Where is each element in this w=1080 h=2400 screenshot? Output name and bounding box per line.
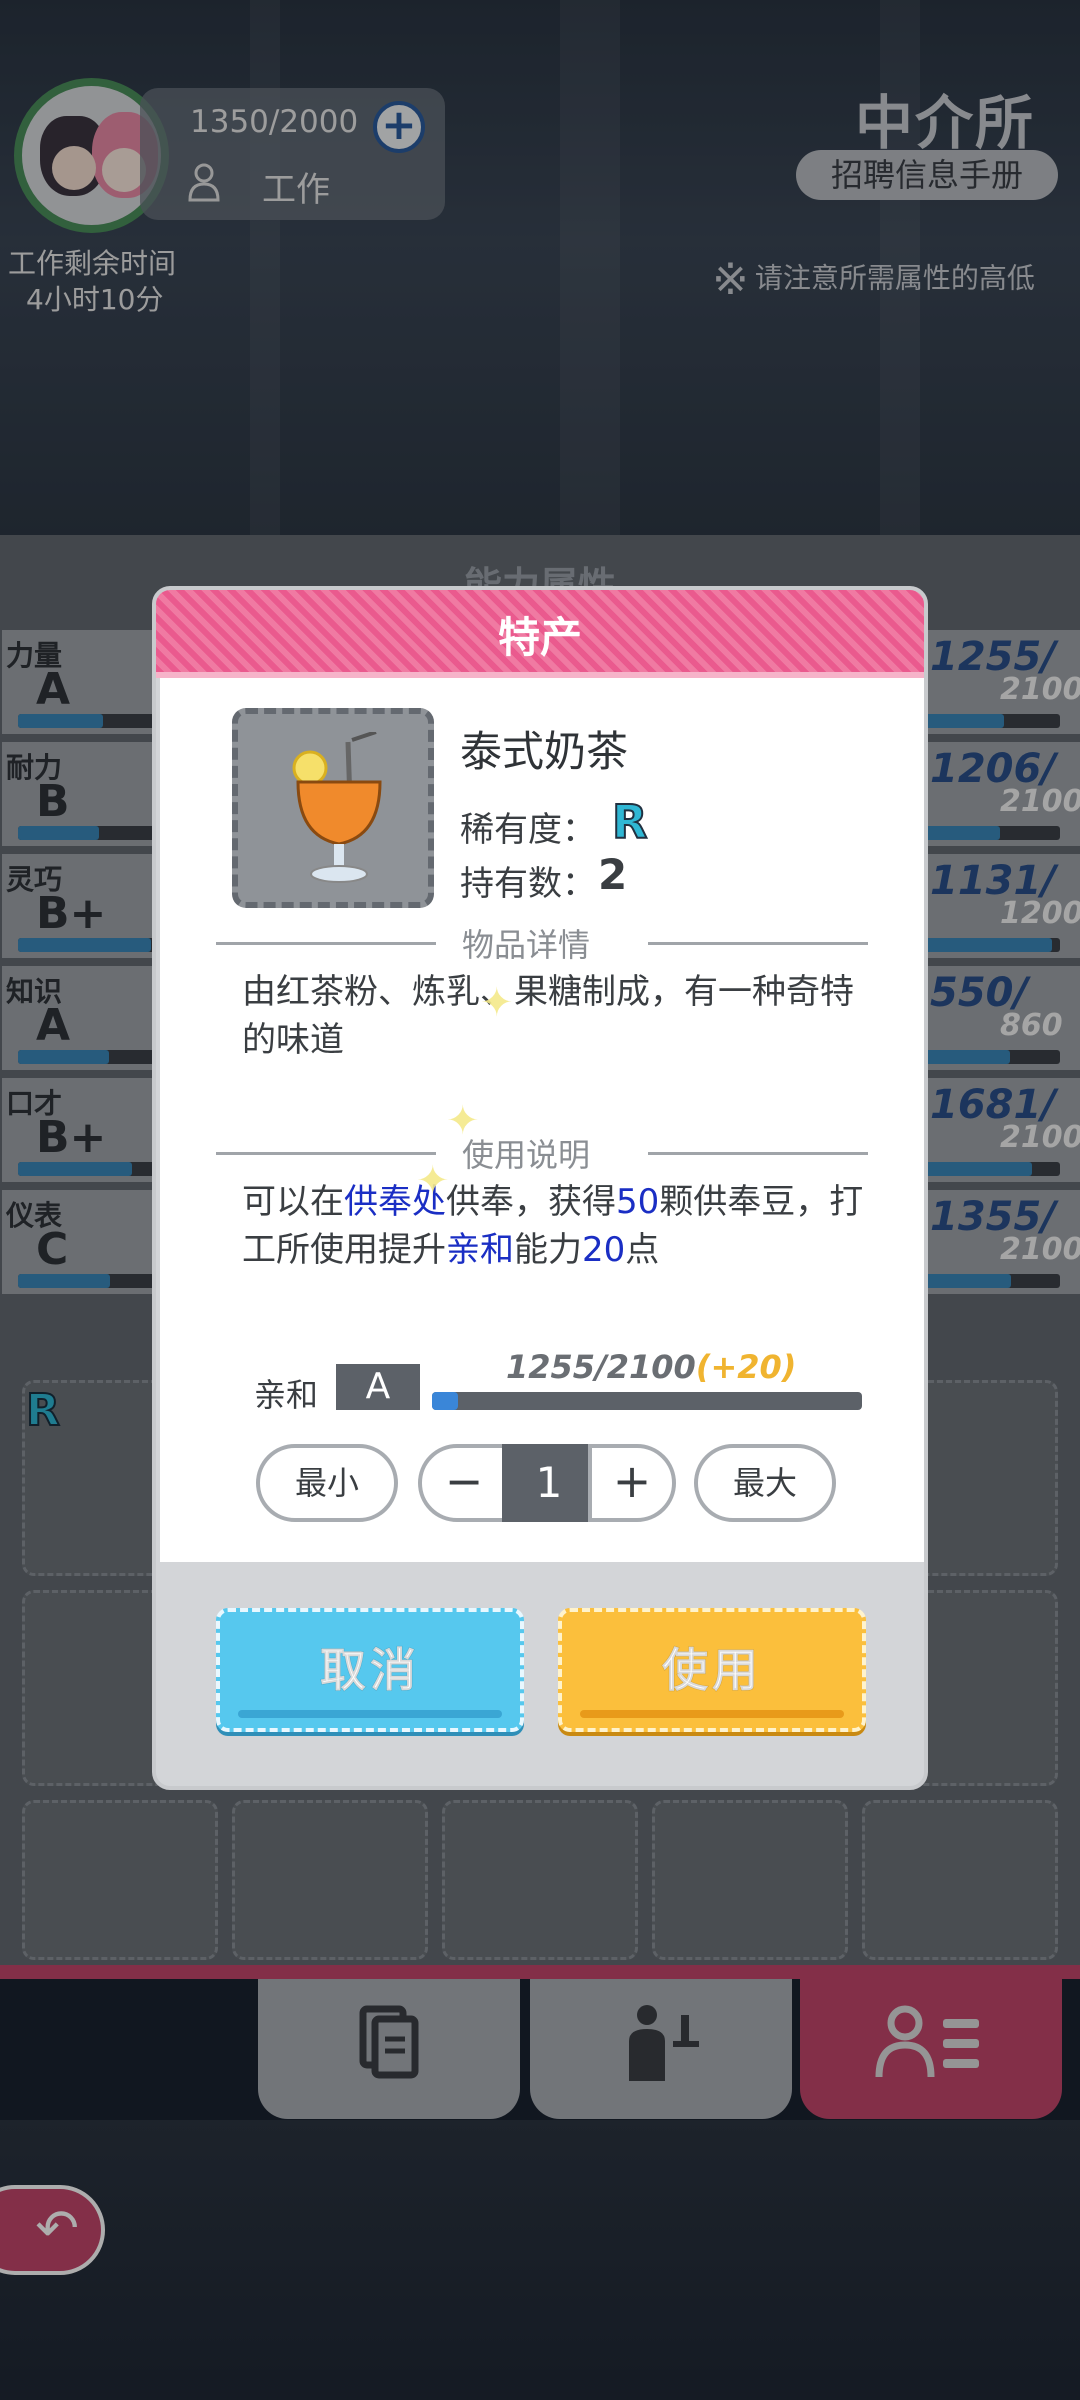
use-button[interactable]: 使用 <box>558 1608 866 1732</box>
rarity-label: 稀有度： <box>460 810 596 850</box>
divider <box>216 1152 436 1155</box>
sparkle-icon: ✦ <box>416 1158 450 1204</box>
owned-label: 持有数： <box>460 864 596 904</box>
usage-title: 使用说明 <box>462 1136 591 1174</box>
increment-button[interactable]: + <box>588 1444 676 1522</box>
sparkle-icon: ✦ <box>480 980 514 1026</box>
modal-body: 泰式奶茶 稀有度： R 持有数： 2 物品详情 由红茶粉、炼乳、果糖制成，有一种… <box>160 678 924 1562</box>
usage-description: 可以在供奉处供奉，获得50颗供奉豆，打工所使用提升亲和能力20点 <box>242 1182 864 1270</box>
affinity-progress-bar <box>432 1392 862 1410</box>
owned-value: 2 <box>598 850 628 899</box>
details-title: 物品详情 <box>462 926 591 964</box>
item-modal: 特产 泰式奶茶 稀有度： R 持有数： 2 物品详情 由红茶粉、炼乳、果糖制成，… <box>152 586 928 1790</box>
affinity-label: 亲和 <box>254 1376 319 1414</box>
divider <box>648 942 868 945</box>
affinity-progress-fill <box>432 1392 458 1410</box>
cancel-button[interactable]: 取消 <box>216 1608 524 1732</box>
min-quantity-button[interactable]: 最小 <box>256 1444 398 1522</box>
divider <box>216 942 436 945</box>
rarity-value: R <box>611 794 648 850</box>
quantity-stepper: − 1 + <box>418 1444 676 1522</box>
max-quantity-button[interactable]: 最大 <box>694 1444 836 1522</box>
modal-header: 特产 <box>156 590 924 678</box>
affinity-progress-text: 1255/2100(+20) <box>506 1348 797 1386</box>
item-name: 泰式奶茶 <box>460 727 629 776</box>
divider <box>648 1152 868 1155</box>
thai-milk-tea-icon <box>292 732 382 883</box>
item-image-frame <box>232 708 434 908</box>
quantity-value[interactable]: 1 <box>502 1444 596 1522</box>
affinity-grade: A <box>336 1364 420 1410</box>
sparkle-icon: ✦ <box>446 1098 480 1144</box>
decrement-button[interactable]: − <box>418 1444 510 1522</box>
item-description: 由红茶粉、炼乳、果糖制成，有一种奇特的味道 <box>242 972 854 1060</box>
modal-title: 特产 <box>497 613 582 662</box>
